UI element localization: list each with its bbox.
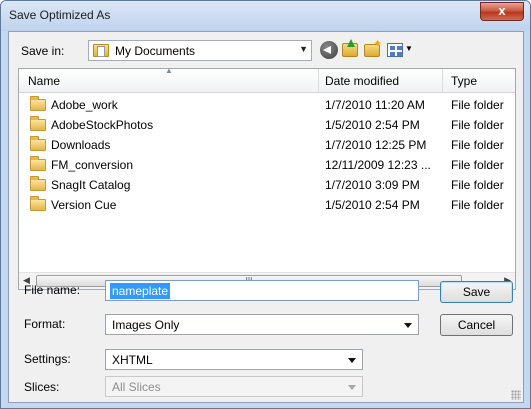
format-label: Format:	[24, 317, 66, 331]
chevron-down-icon	[404, 323, 412, 328]
save-optimized-as-dialog: Save Optimized As x Save in: My Document…	[0, 0, 531, 409]
list-header: Name ▲ Date modified Type	[19, 66, 515, 93]
folder-icon	[30, 196, 46, 211]
sort-up-icon: ▲	[165, 66, 173, 75]
folder-icon	[30, 116, 46, 131]
item-date: 1/7/2010 11:20 AM	[325, 98, 425, 112]
item-type: File folder	[451, 198, 504, 212]
format-value: Images Only	[112, 318, 180, 332]
file-name-value: nameplate	[110, 283, 171, 299]
file-name-input[interactable]: nameplate	[105, 280, 419, 301]
settings-dropdown[interactable]: XHTML	[105, 349, 363, 370]
item-type: File folder	[451, 138, 504, 152]
item-type: File folder	[451, 158, 504, 172]
save-in-value: My Documents	[115, 44, 196, 58]
column-divider[interactable]	[442, 69, 443, 93]
list-item[interactable]: SnagIt Catalog 1/7/2010 3:09 PM File fol…	[19, 175, 515, 195]
dialog-client-area: Save in: My Documents ▼ ▼ Name ▲ Date mo…	[8, 31, 524, 403]
item-date: 1/7/2010 3:09 PM	[325, 178, 420, 192]
back-icon[interactable]	[320, 41, 338, 59]
column-header-date[interactable]: Date modified	[325, 74, 399, 88]
folder-icon	[30, 96, 46, 111]
slices-value: All Slices	[112, 380, 161, 394]
file-name-label: File name:	[24, 283, 81, 297]
column-header-type[interactable]: Type	[451, 74, 477, 88]
list-item[interactable]: FM_conversion 12/11/2009 12:23 ... File …	[19, 155, 515, 175]
list-item[interactable]: Adobe_work 1/7/2010 11:20 AM File folder	[19, 95, 515, 115]
item-type: File folder	[451, 98, 504, 112]
settings-value: XHTML	[112, 353, 153, 367]
item-type: File folder	[451, 118, 504, 132]
list-item[interactable]: Version Cue 1/5/2010 2:54 PM File folder	[19, 195, 515, 215]
item-date: 1/5/2010 2:54 PM	[325, 118, 420, 132]
item-name: Downloads	[51, 138, 111, 152]
column-divider[interactable]	[318, 69, 319, 93]
item-date: 1/5/2010 2:54 PM	[325, 198, 420, 212]
cancel-button[interactable]: Cancel	[440, 314, 513, 336]
chevron-down-icon[interactable]: ▼	[299, 44, 308, 54]
slices-label: Slices:	[24, 380, 60, 394]
new-folder-icon[interactable]	[364, 37, 382, 57]
file-list[interactable]: Name ▲ Date modified Type Adobe_work 1/7…	[18, 66, 516, 290]
item-name: AdobeStockPhotos	[51, 118, 154, 132]
item-type: File folder	[451, 178, 504, 192]
item-name: FM_conversion	[51, 158, 134, 172]
window-title: Save Optimized As	[9, 8, 111, 22]
close-button[interactable]: x	[480, 2, 524, 21]
save-in-label: Save in:	[21, 44, 65, 58]
list-item[interactable]: Downloads 1/7/2010 12:25 PM File folder	[19, 135, 515, 155]
resize-grip[interactable]	[511, 390, 521, 400]
title-bar[interactable]: Save Optimized As x	[1, 1, 530, 31]
folder-icon	[30, 156, 46, 171]
views-dropdown-arrow-icon[interactable]: ▼	[405, 44, 413, 53]
item-name: SnagIt Catalog	[51, 178, 131, 192]
item-name: Version Cue	[51, 198, 117, 212]
folder-icon	[93, 44, 109, 57]
chevron-down-icon	[348, 358, 356, 363]
views-menu-icon[interactable]	[387, 43, 403, 57]
folder-icon	[30, 176, 46, 191]
chevron-down-icon	[348, 385, 356, 390]
save-button[interactable]: Save	[440, 281, 513, 303]
item-date: 1/7/2010 12:25 PM	[325, 138, 427, 152]
format-dropdown[interactable]: Images Only	[105, 314, 419, 335]
list-item[interactable]: AdobeStockPhotos 1/5/2010 2:54 PM File f…	[19, 115, 515, 135]
slices-dropdown: All Slices	[105, 376, 363, 397]
folder-icon	[30, 136, 46, 151]
item-date: 12/11/2009 12:23 ...	[325, 158, 431, 172]
item-name: Adobe_work	[51, 98, 118, 112]
up-folder-icon[interactable]	[342, 39, 358, 57]
save-in-dropdown[interactable]: My Documents ▼	[88, 40, 312, 61]
column-header-name[interactable]: Name	[28, 74, 60, 88]
settings-label: Settings:	[24, 352, 71, 366]
